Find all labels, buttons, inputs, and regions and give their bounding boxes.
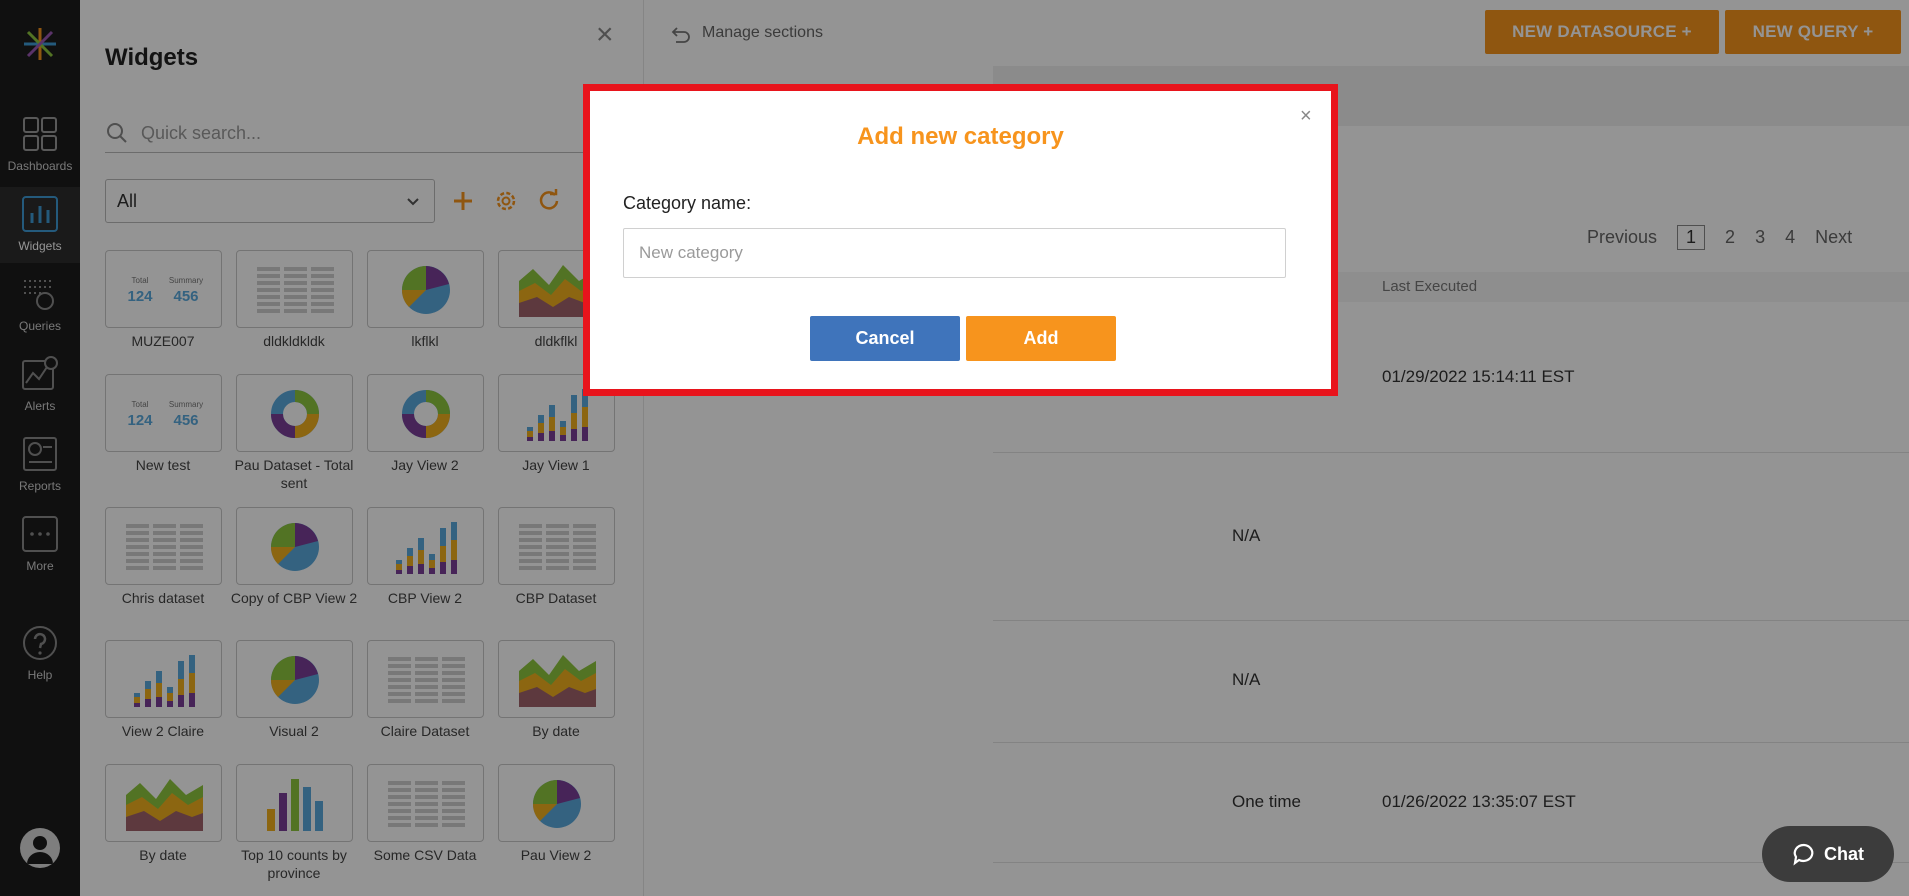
chat-label: Chat xyxy=(1824,843,1864,864)
modal-close-icon[interactable]: × xyxy=(1300,105,1312,128)
cancel-button[interactable]: Cancel xyxy=(810,316,960,361)
add-button[interactable]: Add xyxy=(966,316,1116,361)
chat-bubble-icon xyxy=(1793,843,1814,866)
chat-button[interactable]: Chat xyxy=(1762,826,1894,882)
modal-title: Add new category xyxy=(857,123,1064,150)
category-name-label: Category name: xyxy=(623,193,752,213)
add-category-modal: Add new category × Category name: Cancel… xyxy=(583,84,1338,396)
category-name-input[interactable] xyxy=(623,228,1286,278)
